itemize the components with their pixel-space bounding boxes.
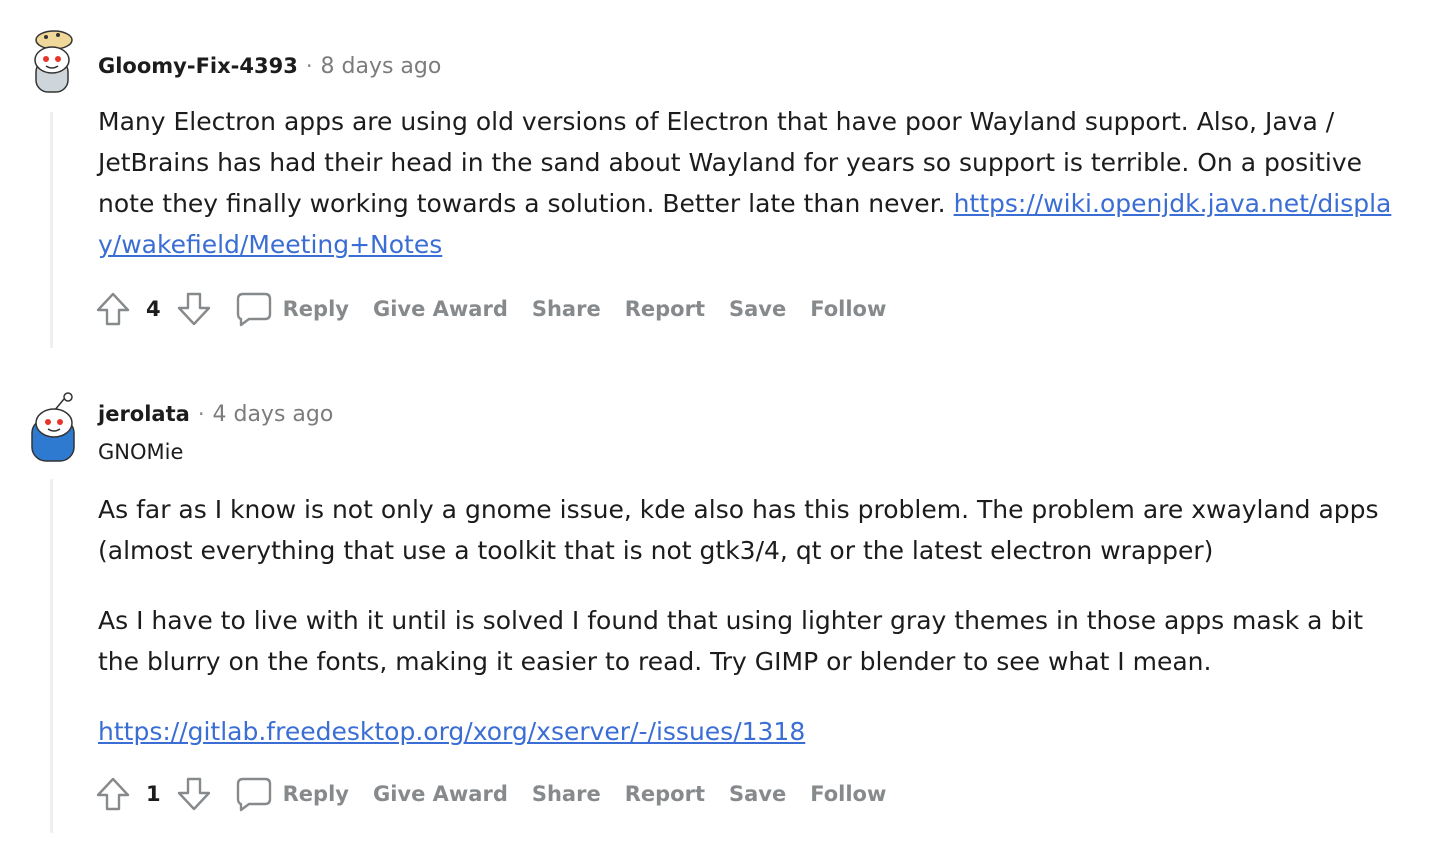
- share-button[interactable]: Share: [532, 782, 601, 806]
- vote-score: 1: [146, 782, 161, 806]
- follow-button[interactable]: Follow: [810, 782, 886, 806]
- avatar[interactable]: [24, 24, 80, 96]
- comment-link[interactable]: https://gitlab.freedesktop.org/xorg/xser…: [98, 717, 805, 746]
- comment-paragraph: https://gitlab.freedesktop.org/xorg/xser…: [98, 711, 1398, 752]
- snoo-avatar-icon: [34, 30, 73, 93]
- vote-score: 4: [146, 297, 161, 321]
- comment-body: Many Electron apps are using old version…: [98, 101, 1398, 265]
- downvote-icon[interactable]: [175, 290, 213, 328]
- comment-meta: Gloomy-Fix-4393 · 8 days ago: [98, 54, 441, 79]
- save-button[interactable]: Save: [729, 782, 786, 806]
- user-flair: GNOMie: [98, 440, 184, 464]
- thread-line[interactable]: [50, 112, 53, 348]
- thread-line[interactable]: [50, 479, 53, 833]
- reply-label: Reply: [282, 297, 349, 321]
- timestamp[interactable]: 4 days ago: [213, 402, 334, 427]
- timestamp[interactable]: 8 days ago: [321, 54, 442, 79]
- author-name[interactable]: jerolata: [98, 402, 190, 426]
- downvote-icon[interactable]: [175, 775, 213, 813]
- comment-actions: 4 Reply Give Award Share Report Save Fol…: [94, 289, 886, 329]
- snoo-avatar-icon: [31, 392, 75, 462]
- comment-paragraph: Many Electron apps are using old version…: [98, 101, 1398, 265]
- comment: Gloomy-Fix-4393 · 8 days ago Many Electr…: [0, 0, 1452, 350]
- comment-actions: 1 Reply Give Award Share Report Save Fol…: [94, 774, 886, 814]
- follow-button[interactable]: Follow: [810, 297, 886, 321]
- reply-button[interactable]: Reply: [235, 290, 349, 328]
- report-button[interactable]: Report: [625, 297, 705, 321]
- comment-body: As far as I know is not only a gnome iss…: [98, 489, 1398, 752]
- avatar[interactable]: [24, 391, 80, 463]
- meta-separator: ·: [305, 54, 313, 78]
- comment-paragraph: As far as I know is not only a gnome iss…: [98, 495, 1379, 565]
- comment-bubble-icon: [236, 777, 271, 812]
- give-award-button[interactable]: Give Award: [373, 297, 508, 321]
- reply-label: Reply: [282, 782, 349, 806]
- give-award-button[interactable]: Give Award: [373, 782, 508, 806]
- upvote-icon[interactable]: [94, 775, 132, 813]
- save-button[interactable]: Save: [729, 297, 786, 321]
- reply-button[interactable]: Reply: [235, 775, 349, 813]
- meta-separator: ·: [197, 402, 205, 426]
- comment-paragraph: As I have to live with it until is solve…: [98, 606, 1364, 676]
- comment-meta: jerolata · 4 days ago: [98, 402, 333, 427]
- report-button[interactable]: Report: [625, 782, 705, 806]
- share-button[interactable]: Share: [532, 297, 601, 321]
- upvote-icon[interactable]: [94, 290, 132, 328]
- comment-bubble-icon: [236, 292, 271, 327]
- author-name[interactable]: Gloomy-Fix-4393: [98, 54, 298, 78]
